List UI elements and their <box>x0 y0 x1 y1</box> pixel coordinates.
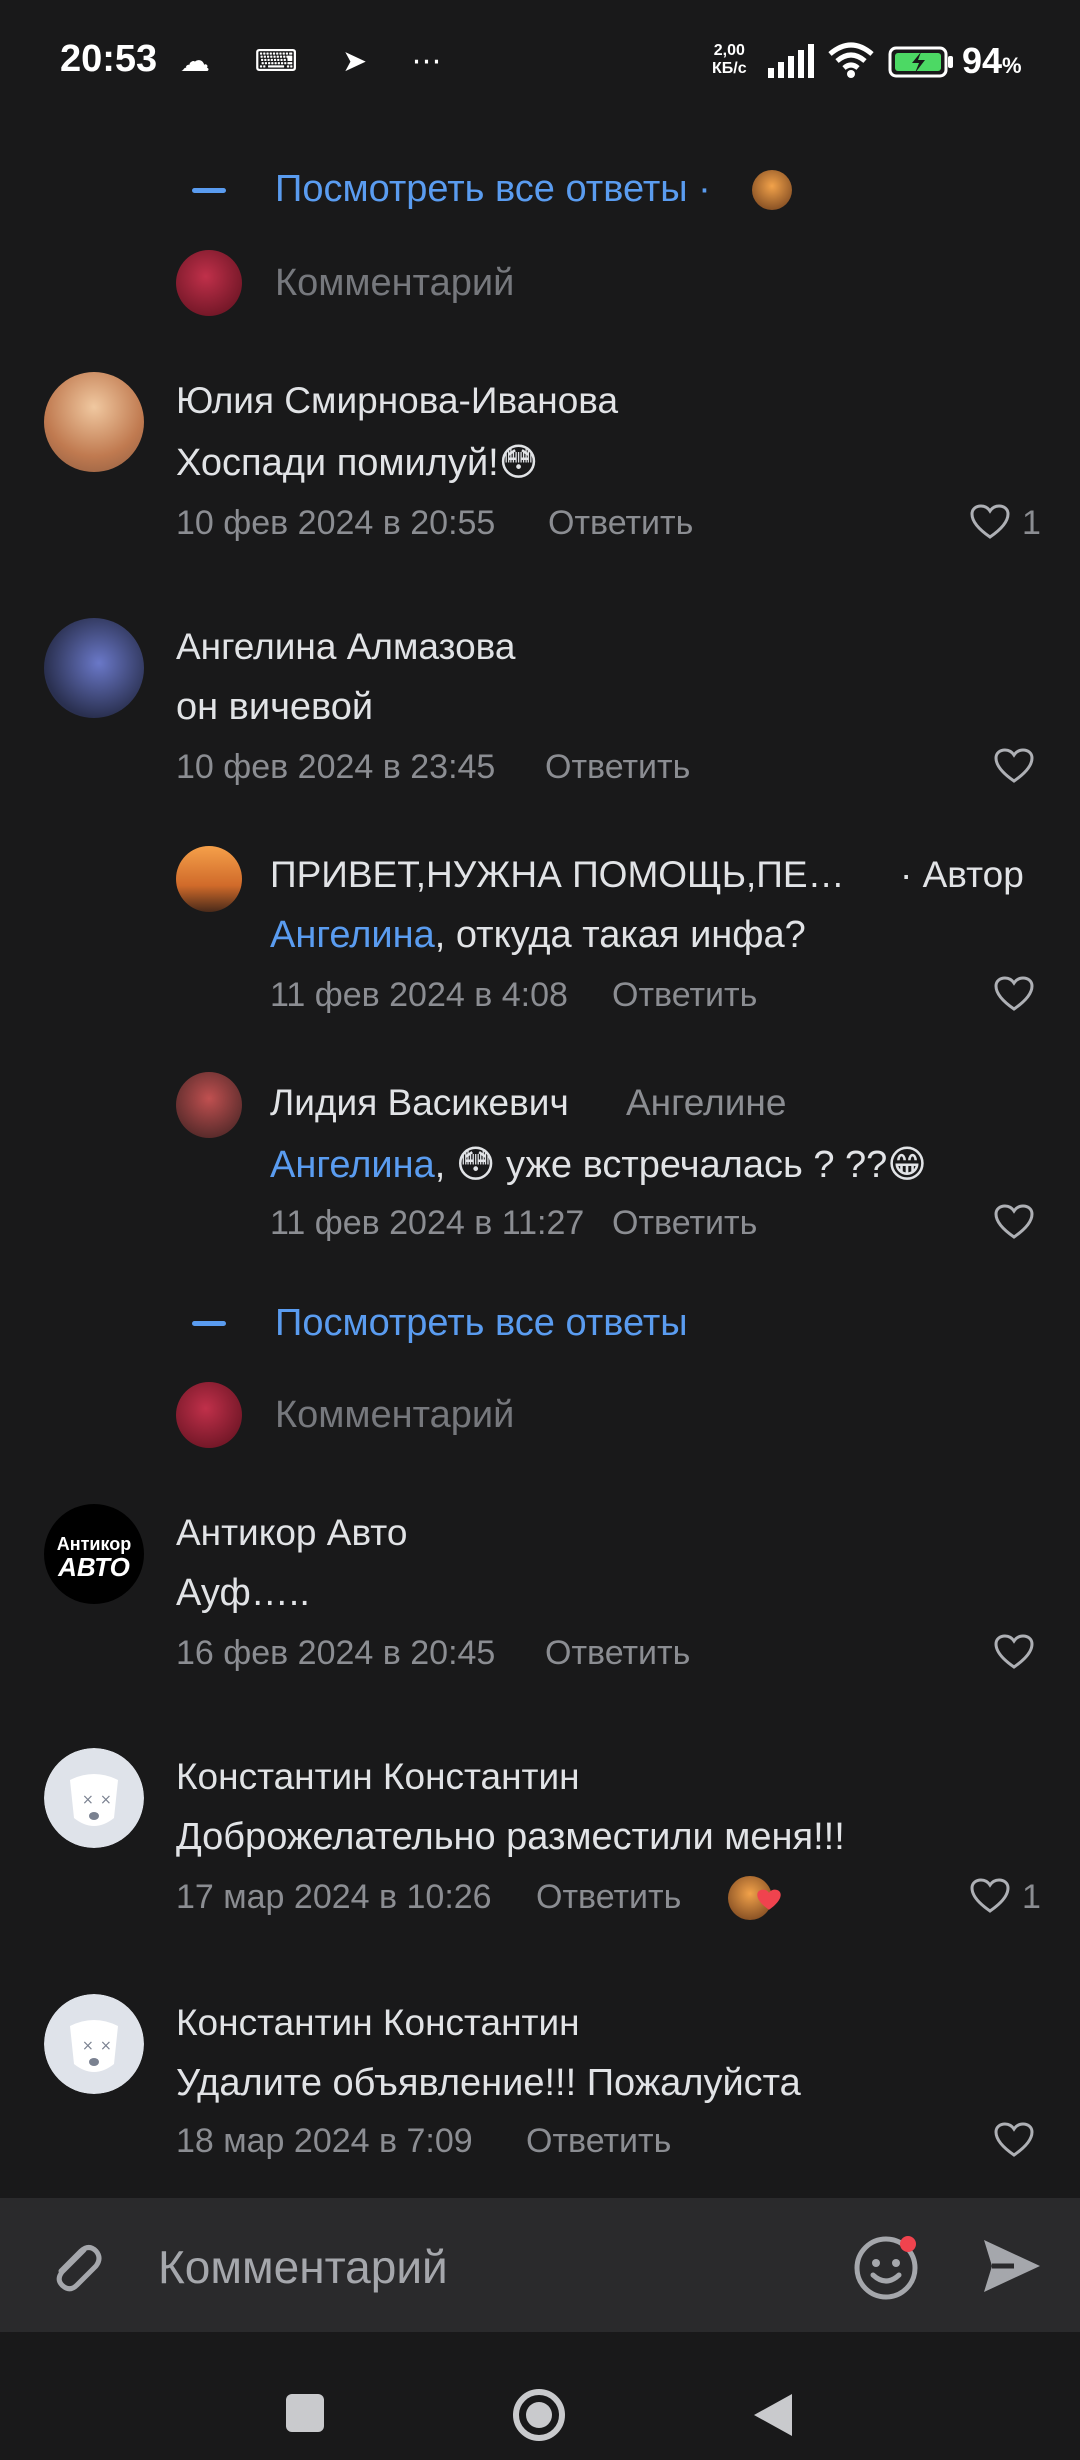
author-avatar[interactable] <box>44 618 144 718</box>
author-badge: · Автор <box>900 854 1024 895</box>
heart-badge-icon <box>757 1889 781 1910</box>
reply-comment-input[interactable]: Комментарий <box>275 1394 514 1437</box>
battery-unit: % <box>1002 53 1022 78</box>
status-time: 20:53 <box>60 38 158 80</box>
battery-value: 94 <box>962 40 1003 81</box>
reply-author-name[interactable]: ПРИВЕТ,НУЖНА ПОМОЩЬ,ПЕ… <box>270 854 845 896</box>
system-navigation-bar <box>0 2332 1080 2460</box>
reply-author-avatar[interactable] <box>176 846 242 912</box>
network-speed-value: 2,00 <box>713 42 745 59</box>
default-avatar-icon[interactable]: × × <box>44 1748 144 1848</box>
avatar-logo-text-2: АВТО <box>58 1552 130 1582</box>
mention-link[interactable]: Ангелина <box>270 1144 435 1186</box>
wifi-icon <box>828 42 874 78</box>
reply-date: 11 фев 2024 в 11:27 <box>270 1204 585 1242</box>
my-avatar <box>176 1382 242 1448</box>
status-notification-icons: ☁ ⌨ ➤ ⋯ <box>180 45 460 78</box>
reply-text-body: , 😳 уже встречалась ? ??😁 <box>434 1144 927 1186</box>
svg-text:×: × <box>82 2038 94 2054</box>
like-count: 1 <box>1022 504 1041 542</box>
author-name[interactable]: Ангелина Алмазова <box>176 626 516 668</box>
reply-button[interactable]: Ответить <box>545 1634 690 1673</box>
like-icon[interactable] <box>994 748 1034 784</box>
reply-button[interactable]: Ответить <box>612 1204 757 1243</box>
view-all-replies-label: Посмотреть все ответы <box>275 168 688 210</box>
network-speed-unit: КБ/с <box>712 60 747 77</box>
comment-input[interactable]: Комментарий <box>158 2240 448 2294</box>
collapse-replies-dash[interactable] <box>192 1321 226 1326</box>
mention-link[interactable]: Ангелина <box>270 914 435 956</box>
comment-text: Удалите объявление!!! Пожалуйста <box>176 2062 801 2104</box>
recent-apps-icon[interactable] <box>286 2394 324 2432</box>
reply-text-body: , откуда такая инфа? <box>434 914 806 956</box>
battery-percent: 94% <box>962 40 1022 82</box>
collapse-replies-dash[interactable] <box>192 188 226 193</box>
svg-text:×: × <box>100 2038 112 2054</box>
reply-date: 11 фев 2024 в 4:08 <box>270 976 568 1014</box>
attach-icon[interactable] <box>44 2236 106 2298</box>
comment-composer: Комментарий <box>0 2198 1080 2332</box>
like-icon[interactable] <box>994 1204 1034 1240</box>
like-icon[interactable] <box>970 1878 1010 1914</box>
comment-date: 16 фев 2024 в 20:45 <box>176 1634 496 1672</box>
author-name[interactable]: Юлия Смирнова-Иванова <box>176 380 618 422</box>
reply-author-name[interactable]: Лидия Васикевич <box>270 1082 569 1124</box>
reply-button[interactable]: Ответить <box>548 504 693 543</box>
reply-author-avatar[interactable] <box>176 1072 242 1138</box>
emoji-icon[interactable] <box>852 2232 922 2302</box>
my-avatar <box>176 250 242 316</box>
comment-text: Ауф….. <box>176 1572 310 1614</box>
svg-text:×: × <box>100 1792 112 1808</box>
comment-date: 18 мар 2024 в 7:09 <box>176 2122 473 2160</box>
like-icon[interactable] <box>994 976 1034 1012</box>
status-bar: 20:53 ☁ ⌨ ➤ ⋯ 2,00 КБ/с 94% <box>0 0 1080 110</box>
back-icon[interactable] <box>752 2392 794 2438</box>
comment-date: 10 фев 2024 в 20:55 <box>176 504 496 542</box>
like-icon[interactable] <box>970 504 1010 540</box>
author-name[interactable]: Константин Константин <box>176 2002 580 2044</box>
reply-comment-input[interactable]: Комментарий <box>275 262 514 305</box>
comment-text: он вичевой <box>176 686 374 728</box>
like-count: 1 <box>1022 1878 1041 1916</box>
reply-button[interactable]: Ответить <box>612 976 757 1015</box>
send-icon[interactable] <box>980 2236 1044 2296</box>
author-name[interactable]: Антикор Авто <box>176 1512 407 1554</box>
separator-dot: · <box>698 168 711 210</box>
comment-text: Хоспади помилуй!😳 <box>176 442 539 484</box>
comment-text: Доброжелательно разместили меня!!! <box>176 1816 845 1858</box>
reply-button[interactable]: Ответить <box>545 748 690 787</box>
view-all-replies-link[interactable]: Посмотреть все ответы · <box>275 168 711 211</box>
view-all-replies-link[interactable]: Посмотреть все ответы <box>275 1302 688 1345</box>
author-name[interactable]: Константин Константин <box>176 1756 580 1798</box>
reply-target-name: Ангелине <box>626 1082 787 1123</box>
svg-text:×: × <box>82 1792 94 1808</box>
reply-button[interactable]: Ответить <box>526 2122 671 2161</box>
like-icon[interactable] <box>994 1634 1034 1670</box>
home-icon[interactable] <box>512 2388 566 2442</box>
default-avatar-icon[interactable]: × × <box>44 1994 144 2094</box>
like-icon[interactable] <box>994 2122 1034 2158</box>
author-avatar[interactable]: Антикор АВТО <box>44 1504 144 1604</box>
signal-icon <box>768 44 814 78</box>
reply-text: Ангелина, откуда такая инфа? <box>270 914 806 957</box>
reply-text: Ангелина, 😳 уже встречалась ? ??😁 <box>270 1142 927 1187</box>
author-avatar[interactable] <box>44 372 144 472</box>
battery-icon <box>888 46 953 78</box>
comment-date: 10 фев 2024 в 23:45 <box>176 748 496 786</box>
replier-avatar-mini <box>752 170 792 210</box>
network-speed: 2,00 КБ/с <box>712 42 747 78</box>
reply-button[interactable]: Ответить <box>536 1878 681 1917</box>
comment-date: 17 мар 2024 в 10:26 <box>176 1878 492 1916</box>
